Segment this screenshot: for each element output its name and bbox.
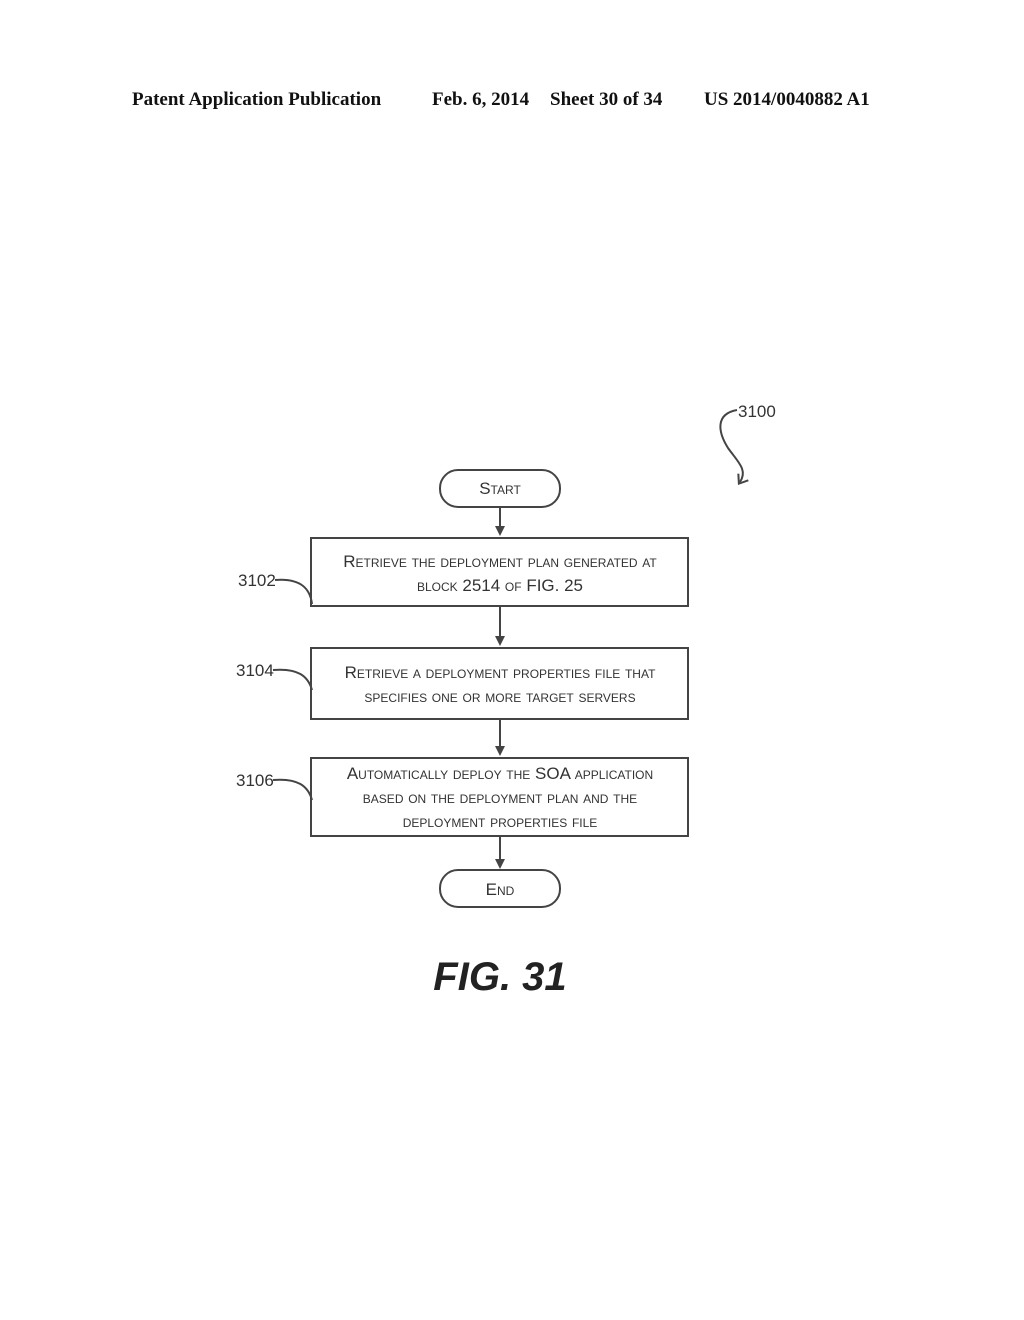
step-3106-leader [272,778,313,801]
step-3104-ref: 3104 [236,661,274,680]
step-3102-leader [274,578,313,605]
step-3104-line-1: Retrieve a deployment properties file th… [345,663,657,682]
step-3104-line-2: specifies one or more target servers [364,687,635,706]
step-3106-line-2: based on the deployment plan and the [363,788,637,807]
step-3106-line-1: Automatically deploy the SOA application [347,764,653,783]
step-3102-box [310,537,689,607]
flowchart: 3100 Start Retrieve the deployment plan … [236,402,776,999]
start-label: Start [479,479,521,498]
step-3102-ref: 3102 [238,571,276,590]
step-3106-line-3: deployment properties file [403,812,598,831]
step-3102-line-2: block 2514 of FIG. 25 [417,576,583,595]
end-label: End [486,880,515,899]
step-3104-box [310,647,689,720]
step-3106-ref: 3106 [236,771,274,790]
figure-ref-label: 3100 [738,402,776,421]
step-3104-leader [272,668,313,691]
figure-caption: FIG. 31 [433,955,566,999]
step-3102-line-1: Retrieve the deployment plan generated a… [343,552,657,571]
